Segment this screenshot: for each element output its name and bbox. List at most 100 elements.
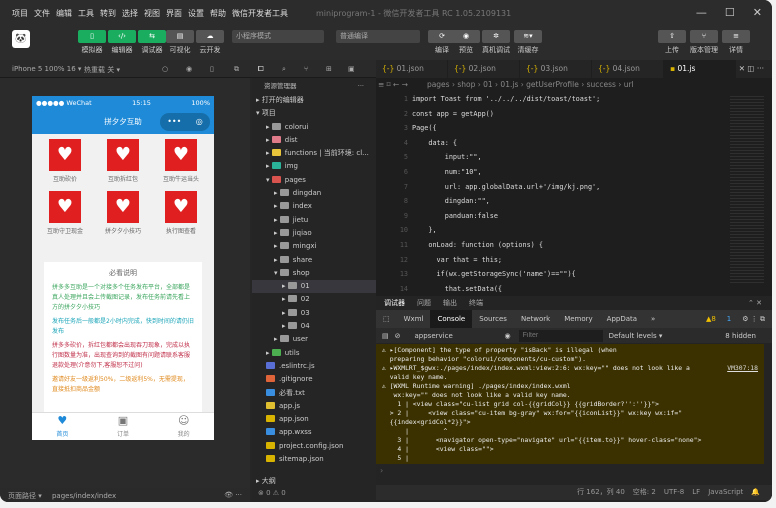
menu-item[interactable]: 转到 [100,8,116,19]
tree-item[interactable]: .gitignore [252,373,376,386]
avatar[interactable]: 🐼 [12,30,30,48]
grid-item[interactable]: ♥ 互助拆红包 [94,139,152,183]
status-item[interactable]: JavaScript [708,488,743,496]
close-icon[interactable]: ✕ [753,6,762,19]
status-item[interactable]: 空格: 2 [633,488,656,496]
menu-item[interactable]: 界面 [166,8,182,19]
tab-orders[interactable]: ▣ 订单 [93,413,154,440]
grid-item[interactable]: ♥ 执行图查看 [152,191,210,235]
close-tab-icon[interactable]: ✕ ◫ ··· [739,60,764,78]
tree-item[interactable]: ▸ jiqiao [252,227,376,240]
panel-tab[interactable]: 输出 [443,299,457,307]
tree-item[interactable]: ▸ index [252,200,376,213]
editor-button[interactable]: ‹/› 编辑器 [108,30,136,55]
tree-item[interactable]: ▸ dingdan [252,187,376,200]
source-link[interactable]: VM307:18 [727,364,758,373]
menu-item[interactable]: 设置 [188,8,204,19]
panel-tab[interactable]: 终端 [469,299,483,307]
more-icon[interactable]: ••• [167,113,181,131]
tree-item[interactable]: ▸ 02 [252,293,376,306]
tree-item[interactable]: 必看.txt [252,387,376,400]
visual-button[interactable]: ▤ 可视化 [166,30,194,55]
grid-item[interactable]: ♥ 互助砍价 [36,139,94,183]
tree-item[interactable]: app.js [252,400,376,413]
version-button[interactable]: ⑂ 版本管理 [690,30,718,55]
mode-select[interactable]: 小程序模式 [232,30,324,43]
tree-item[interactable]: ▸ functions | 当前环境: cl... [252,147,376,160]
editor-tab[interactable]: {-} 02.json [448,60,520,78]
panel-close-icon[interactable]: ⌃ ✕ [748,296,762,310]
tab-mine[interactable]: ☺ 我的 [153,413,214,440]
editor-tab[interactable]: {-} 03.json [520,60,592,78]
upload-button[interactable]: ⇧ 上传 [658,30,686,55]
menu-item[interactable]: 文件 [34,8,50,19]
devtools-tab[interactable]: Wxml [397,310,431,328]
cloud-button[interactable]: ☁ 云开发 [196,30,224,55]
panel-tab[interactable]: 调试器 [384,299,405,307]
menu-item[interactable]: 微信开发者工具 [232,8,288,19]
details-button[interactable]: ≡ 详情 [722,30,750,55]
status-item[interactable]: 行 162，列 40 [577,488,625,496]
tree-item[interactable]: ▸ jietu [252,214,376,227]
menu-item[interactable]: 帮助 [210,8,226,19]
record-icon[interactable]: ○ [162,65,168,73]
tree-item[interactable]: ▸ 03 [252,307,376,320]
minimize-icon[interactable]: — [696,6,707,19]
stop-icon[interactable]: ◉ [186,65,192,73]
compile-select[interactable]: 普通编译 [336,30,420,43]
levels-select[interactable]: Default levels ▾ [609,332,663,340]
devtools-tab[interactable]: » [644,310,662,328]
debug-icon[interactable]: ▣ [348,65,355,73]
hotreload-select[interactable]: 热重载 关 ▾ [84,65,120,75]
tree-item[interactable]: sitemap.json [252,453,376,466]
phone-icon[interactable]: ▯ [210,65,214,73]
menu-item[interactable]: 项目 [12,8,28,19]
inspect-icon[interactable]: ⬚ [376,310,397,328]
warning-count[interactable]: ▲8 [699,310,723,328]
bell-icon[interactable]: 🔔 [751,488,760,496]
page-path-label[interactable]: 页面路径 ▾ [8,492,42,500]
remote-debug-button[interactable]: ✲ 真机调试 [482,30,510,55]
project-section[interactable]: ▾ 项目 [252,107,376,120]
debugger-button[interactable]: ⇆ 调试器 [138,30,166,55]
editor-tab[interactable]: {-} 04.json [592,60,664,78]
tree-item[interactable]: ▸ utils [252,347,376,360]
tree-item[interactable]: ▸ user [252,333,376,346]
tree-item[interactable]: ▸ dist [252,134,376,147]
eye-icon[interactable]: ◉ [505,332,511,340]
outline-section[interactable]: ▸ 大纲 [256,476,276,486]
code-area[interactable]: 1 import Toast from '../../../dist/toast/… [376,92,716,296]
filter-input[interactable] [518,329,603,342]
git-icon[interactable]: ⑂ [304,65,308,73]
close-target-icon[interactable]: ◎ [196,113,203,131]
grid-item[interactable]: ♥ 拼夕夕小技巧 [94,191,152,235]
clear-icon[interactable]: ⊘ [395,332,401,340]
device-select[interactable]: iPhone 5 100% 16 ▾ [12,65,81,73]
info-count[interactable]: 1 [723,310,735,328]
tab-home[interactable]: ♥ 首页 [32,413,93,440]
devtools-tab[interactable]: Sources [472,310,514,328]
simulator-button[interactable]: ▯ 模拟器 [78,30,106,55]
tree-item[interactable]: app.wxss [252,426,376,439]
tree-item[interactable]: ▸ 04 [252,320,376,333]
tree-item[interactable]: .eslintrc.js [252,360,376,373]
capsule-menu[interactable]: ••• ◎ [160,113,210,131]
more-icon[interactable]: 👁 ··· [224,491,242,499]
devtools-tab[interactable]: AppData [600,310,644,328]
tree-item[interactable]: app.json [252,413,376,426]
grid-item[interactable]: ♥ 互助牛运当头 [152,139,210,183]
tree-item[interactable]: ▸ 01 [252,280,376,294]
status-item[interactable]: UTF-8 [664,488,684,496]
sidebar-toggle-icon[interactable]: ▤ [382,332,389,340]
grid-item[interactable]: ♥ 互助守卫现金 [36,191,94,235]
settings-icon[interactable]: ⚙ ⋮ ⧉ [735,310,772,328]
panel-tab[interactable]: 问题 [417,299,431,307]
tree-item[interactable]: ▸ img [252,160,376,173]
status-item[interactable]: LF [692,488,700,496]
clear-cache-button[interactable]: ≋▾ 清缓存 [514,30,542,55]
context-select[interactable]: appservice [415,332,505,340]
editor-tab[interactable]: {-} 01.json [376,60,448,78]
extensions-icon[interactable]: ⊞ [326,65,332,73]
editor-tab[interactable]: ▪ 01.js [664,60,736,78]
tree-item[interactable]: ▸ colorui [252,121,376,134]
